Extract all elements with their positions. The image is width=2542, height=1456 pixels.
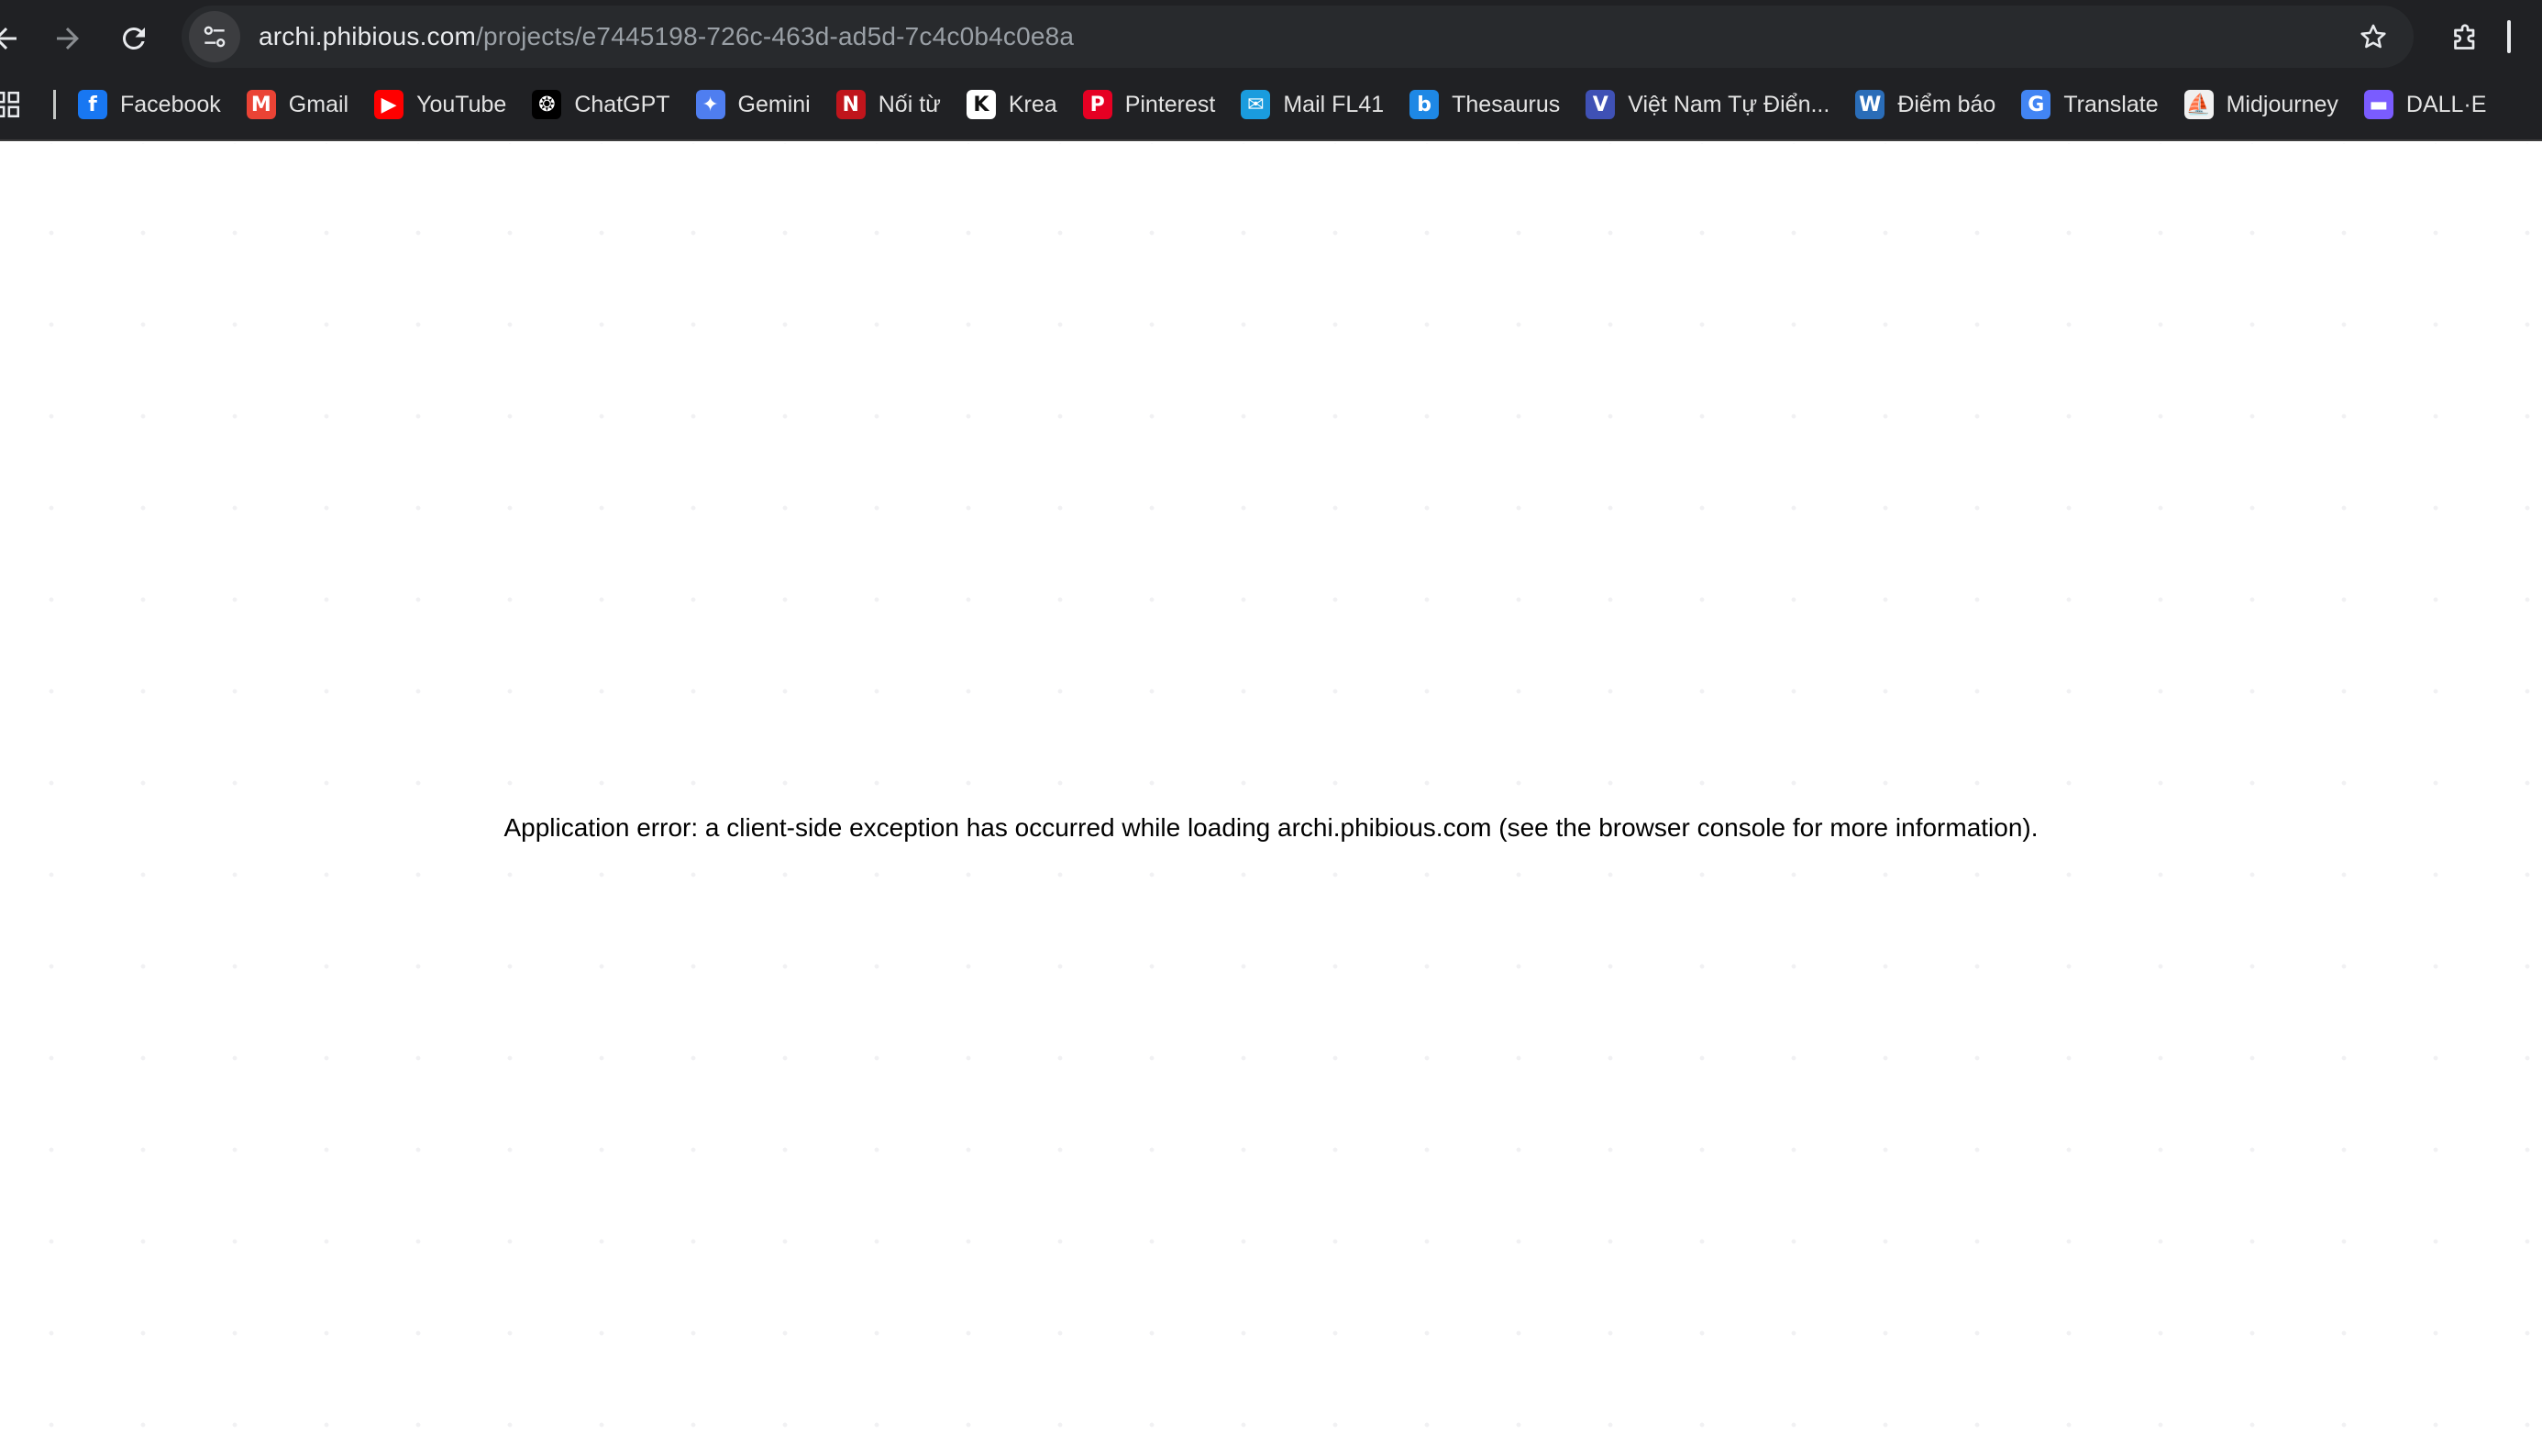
- bookmark-item[interactable]: V Việt Nam Tự Điển...: [1573, 81, 1842, 128]
- bookmark-label: Pinterest: [1124, 91, 1216, 117]
- extensions-button[interactable]: [2439, 13, 2491, 64]
- bookmark-item[interactable]: N Nối từ: [823, 81, 954, 128]
- bookmark-list: f Facebook M Gmail ▶ YouTube ❂ ChatGPT ✦ Gemini N N…: [65, 81, 2499, 128]
- youtube-icon: ▶: [374, 90, 404, 119]
- wordpress-icon: W: [1855, 90, 1885, 119]
- bookmark-label: Translate: [2063, 91, 2159, 117]
- bookmark-item[interactable]: b Thesaurus: [1397, 81, 1573, 128]
- bookmark-item[interactable]: ▶ YouTube: [361, 81, 519, 128]
- bookmark-label: Điểm báo: [1897, 91, 1996, 117]
- gemini-icon: ✦: [695, 90, 725, 119]
- bookmark-label: Gmail: [288, 91, 349, 117]
- profile-divider: [2507, 20, 2511, 53]
- forward-button[interactable]: [42, 13, 94, 64]
- facebook-icon: f: [78, 90, 107, 119]
- reload-button[interactable]: [108, 13, 160, 64]
- bookmark-item[interactable]: K Krea: [954, 81, 1070, 128]
- bookmark-label: Nối từ: [878, 91, 941, 117]
- apps-button[interactable]: [0, 79, 28, 130]
- puzzle-icon: [2454, 24, 2475, 50]
- bing-icon: b: [1409, 90, 1440, 119]
- bookmark-label: Gemini: [737, 91, 811, 117]
- page-content: Application error: a client-side excepti…: [0, 143, 2542, 1456]
- bookmarks-separator: [53, 90, 56, 119]
- bookmark-label: Mail FL41: [1283, 91, 1385, 117]
- bookmark-label: Thesaurus: [1452, 91, 1561, 117]
- noi-tu-icon: N: [835, 90, 866, 119]
- browser-chrome: archi.phibious.com/projects/e7445198-726…: [0, 0, 2542, 141]
- bookmark-star-button[interactable]: [2351, 15, 2395, 59]
- address-bar[interactable]: archi.phibious.com/projects/e7445198-726…: [182, 6, 2414, 68]
- reload-icon: [122, 27, 145, 50]
- tune-icon: [204, 26, 226, 48]
- bookmark-item[interactable]: ▬ DALL·E: [2351, 81, 2500, 128]
- url-text[interactable]: archi.phibious.com/projects/e7445198-726…: [259, 22, 1074, 51]
- krea-icon: K: [966, 90, 996, 119]
- bookmark-label: YouTube: [416, 91, 507, 117]
- url-path: /projects/e7445198-726c-463d-ad5d-7c4c0b…: [476, 22, 1075, 50]
- dictionary-icon: V: [1586, 90, 1616, 119]
- midjourney-icon: ⛵: [2183, 90, 2214, 119]
- url-host: archi.phibious.com: [259, 22, 477, 50]
- gmail-icon: M: [246, 90, 276, 119]
- error-message: Application error: a client-side excepti…: [503, 813, 2039, 842]
- back-button[interactable]: [0, 13, 31, 64]
- bookmark-item[interactable]: G Translate: [2008, 81, 2171, 128]
- bookmark-label: Midjourney: [2226, 91, 2338, 117]
- apps-grid-icon: [0, 91, 20, 118]
- star-icon: [2360, 24, 2386, 49]
- mail-icon: ✉: [1241, 90, 1271, 119]
- bookmark-label: Krea: [1008, 91, 1057, 117]
- bookmark-item[interactable]: ✉ Mail FL41: [1228, 81, 1397, 128]
- bookmarks-bar: f Facebook M Gmail ▶ YouTube ❂ ChatGPT ✦ Gemini N N…: [0, 79, 2542, 130]
- google-translate-icon: G: [2021, 90, 2051, 119]
- bookmark-label: Việt Nam Tự Điển...: [1628, 91, 1830, 117]
- arrow-right-icon: [57, 28, 79, 50]
- dalle-icon: ▬: [2363, 90, 2393, 119]
- pinterest-icon: P: [1082, 90, 1112, 119]
- bookmark-item[interactable]: ✦ Gemini: [683, 81, 823, 128]
- bookmark-item[interactable]: ⛵ Midjourney: [2172, 81, 2351, 128]
- chatgpt-icon: ❂: [532, 90, 562, 119]
- bookmark-item[interactable]: W Điểm báo: [1842, 81, 2008, 128]
- bookmark-label: DALL·E: [2405, 91, 2487, 117]
- bookmark-item[interactable]: f Facebook: [65, 81, 234, 128]
- bookmark-label: ChatGPT: [574, 91, 670, 117]
- bookmark-item[interactable]: ❂ ChatGPT: [519, 81, 682, 128]
- bookmark-label: Facebook: [120, 91, 221, 117]
- arrow-left-icon: [0, 28, 17, 50]
- bookmark-item[interactable]: M Gmail: [234, 81, 361, 128]
- bookmark-item[interactable]: P Pinterest: [1070, 81, 1229, 128]
- site-info-button[interactable]: [189, 11, 240, 62]
